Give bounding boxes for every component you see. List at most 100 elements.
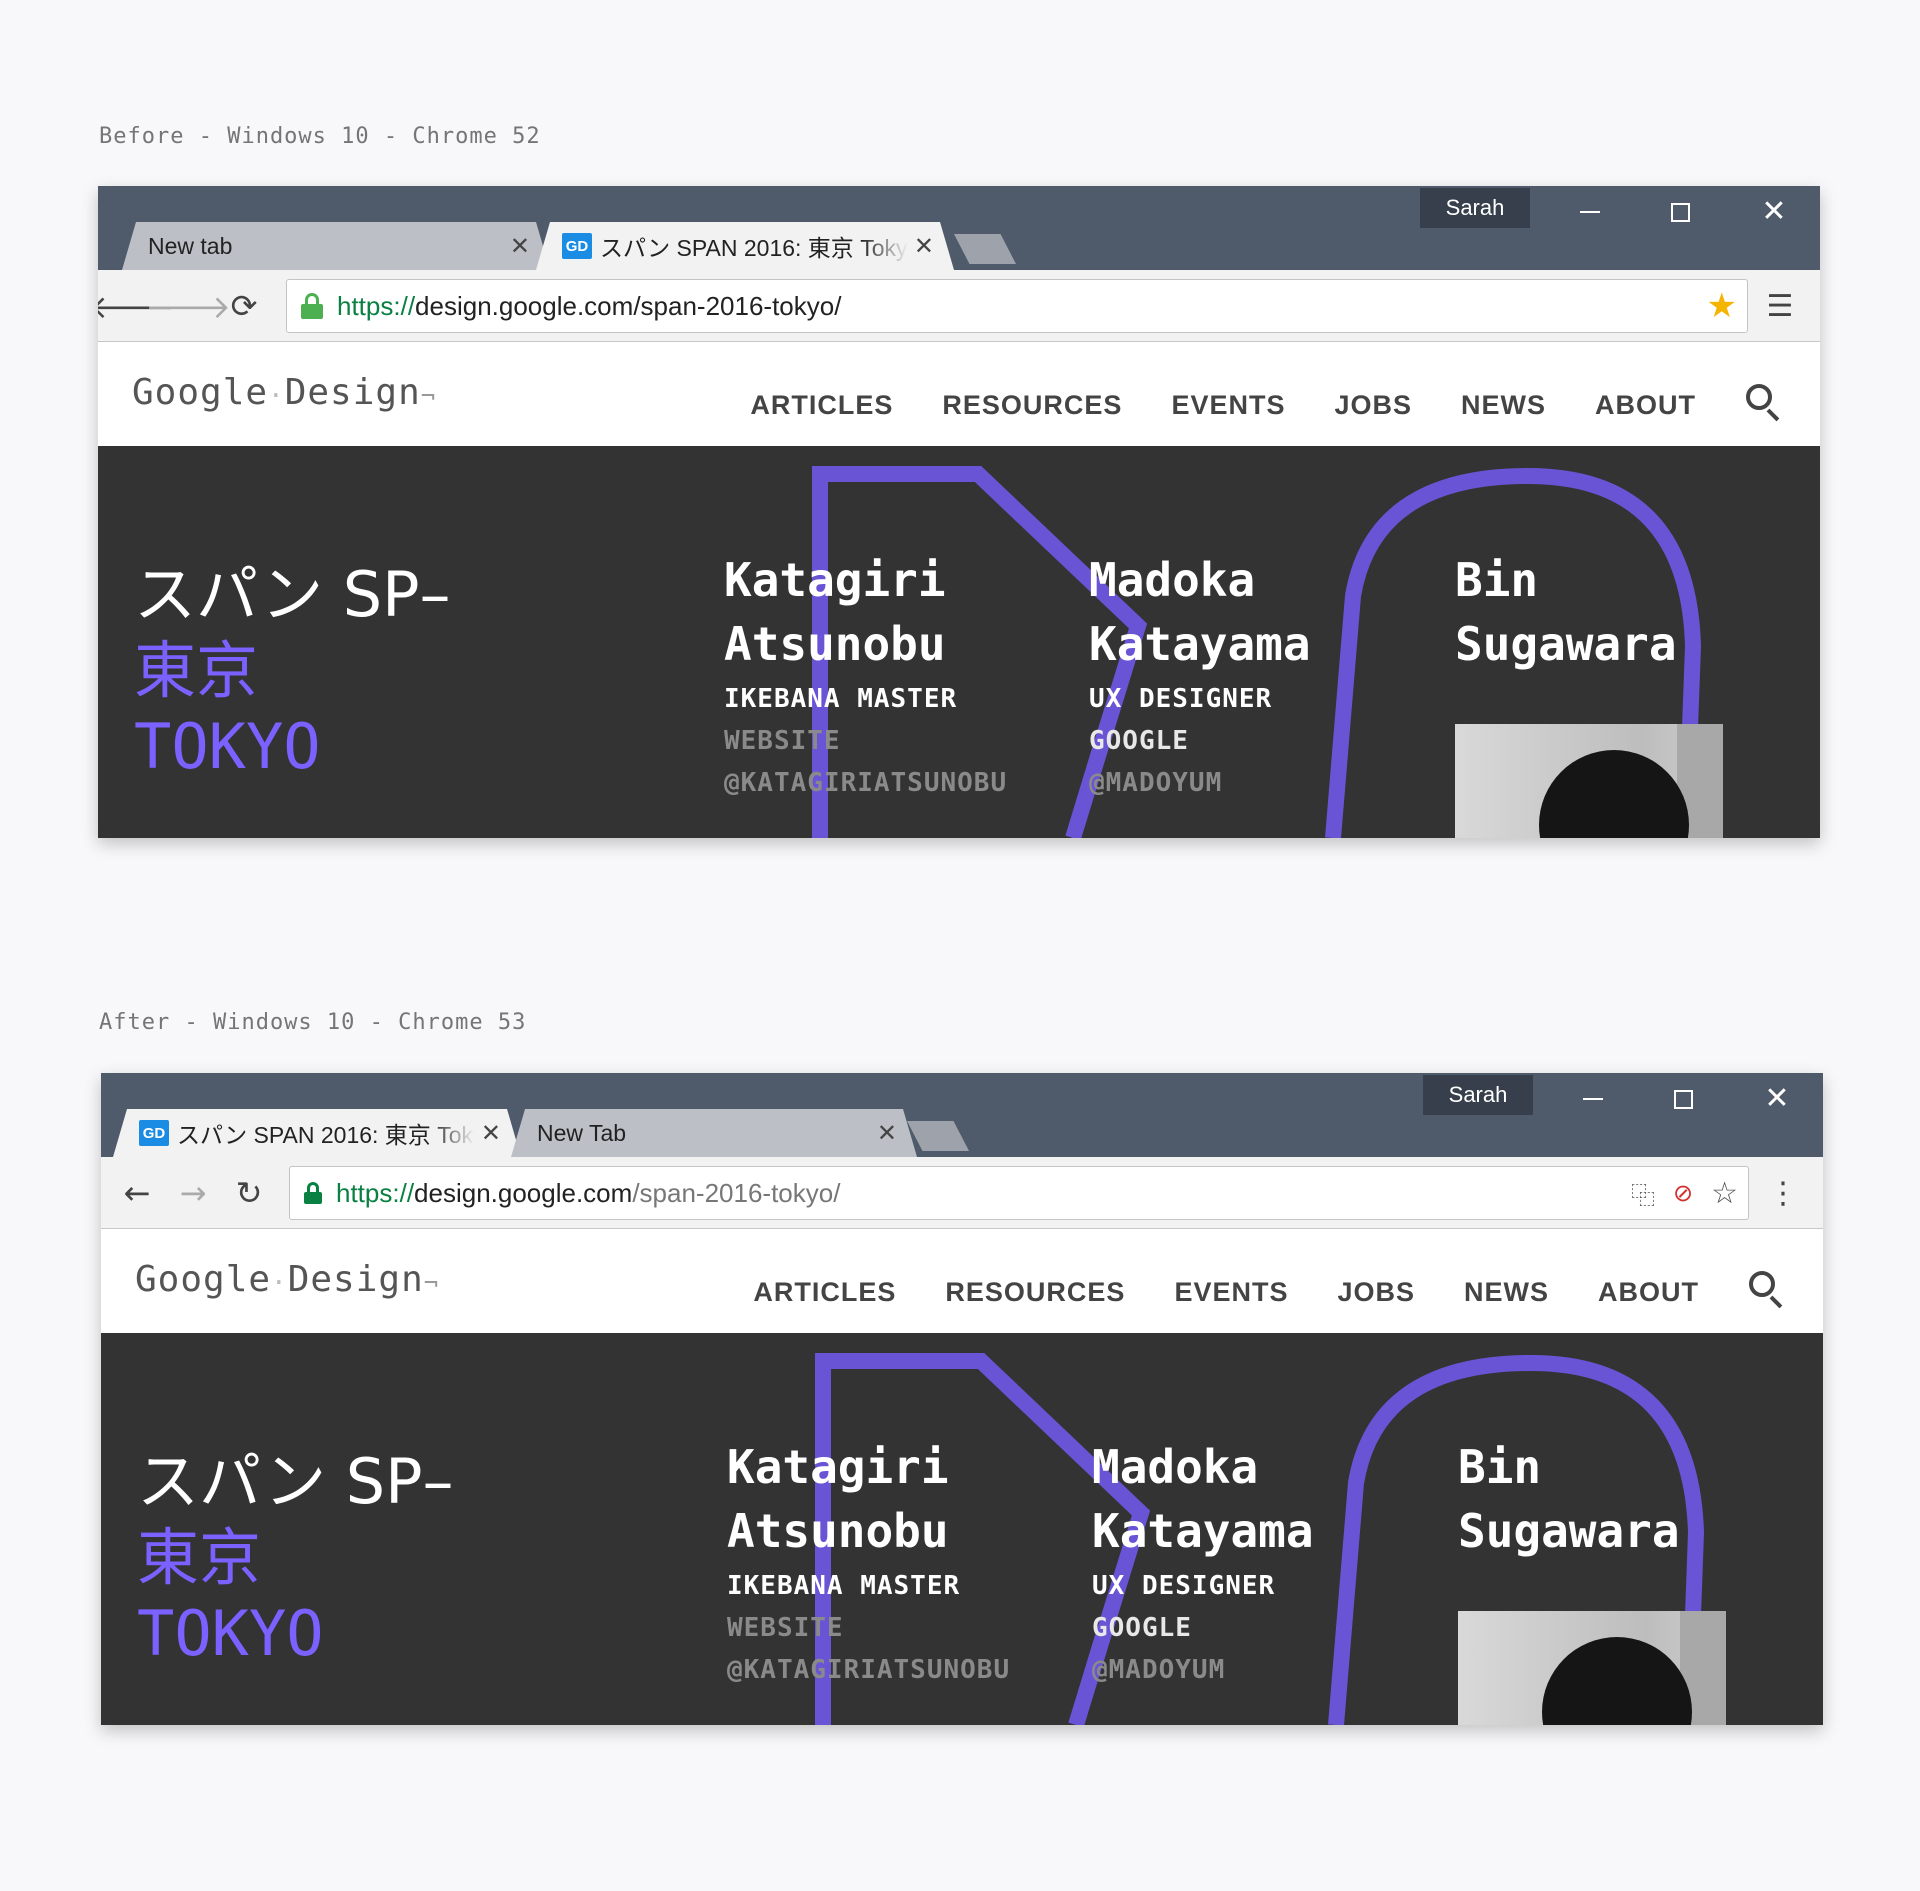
minimize-button[interactable]	[1560, 192, 1620, 232]
lock-icon	[304, 1182, 322, 1204]
nav-resources[interactable]: RESOURCES	[945, 1277, 1125, 1308]
tab-span-2016[interactable]: GD スパン SPAN 2016: 東京 Tokyo ✕	[113, 1109, 521, 1157]
reload-button[interactable]: ↻	[227, 1171, 271, 1215]
nav-news[interactable]: NEWS	[1464, 1277, 1549, 1308]
speaker-name: Katagiri	[724, 553, 946, 607]
nav-articles[interactable]: ARTICLES	[753, 1277, 896, 1308]
speaker-surname: Sugawara	[1455, 617, 1677, 671]
profile-button[interactable]: Sarah	[1423, 1075, 1533, 1115]
blocked-content-icon[interactable]: ⊘	[1673, 1179, 1693, 1207]
address-bar[interactable]: https://design.google.com/span-2016-toky…	[289, 1166, 1749, 1220]
search-icon[interactable]	[1744, 382, 1784, 422]
before-caption: Before - Windows 10 - Chrome 52	[99, 124, 541, 149]
tab-new[interactable]: New tab ✕	[122, 222, 550, 270]
maximize-button[interactable]	[1650, 192, 1710, 232]
site-header: Google·Design¬ ARTICLES RESOURCES EVENTS…	[98, 342, 1820, 446]
speaker-handle-link[interactable]: @MADOYUM	[1089, 768, 1311, 798]
browser-window-before: Sarah ✕ New tab ✕ GD スパン SPAN 2016: 東京 T…	[98, 186, 1820, 838]
speaker-card: Bin Sugawara	[1458, 1435, 1680, 1563]
url-host: design.google.com	[415, 290, 634, 321]
speaker-handle-link[interactable]: @KATAGIRIATSUNOBU	[727, 1655, 1010, 1685]
tab-new[interactable]: New Tab ✕	[511, 1109, 917, 1157]
tab-close-icon[interactable]: ✕	[914, 232, 934, 260]
menu-icon: ⋮	[1768, 1175, 1798, 1211]
speaker-company-link[interactable]: GOOGLE	[1092, 1613, 1314, 1643]
nav-about[interactable]: ABOUT	[1598, 1277, 1699, 1308]
speaker-surname: Katayama	[1092, 1504, 1314, 1558]
star-icon[interactable]: ★	[1707, 286, 1737, 326]
forward-button[interactable]: 🡒	[145, 284, 231, 328]
speaker-name: Madoka	[1092, 1440, 1259, 1494]
google-design-logo[interactable]: Google·Design¬	[135, 1259, 439, 1300]
hero-title-jp: スパン SP–	[134, 558, 451, 631]
back-button[interactable]: ←	[115, 1171, 159, 1215]
nav-articles[interactable]: ARTICLES	[750, 390, 893, 421]
menu-icon: ☰	[1766, 288, 1794, 324]
toolbar: ← → ↻ https://design.google.com/span-201…	[101, 1157, 1823, 1229]
maximize-icon	[1670, 202, 1690, 222]
speaker-photo	[1458, 1611, 1726, 1725]
lock-icon	[301, 293, 323, 319]
url-scheme: https://	[337, 290, 416, 321]
reload-icon: ⟳	[230, 287, 258, 325]
translate-icon[interactable]: ⿻	[1631, 1176, 1655, 1211]
hero-title: スパン SP– 東京 TOKYO	[137, 1451, 454, 1665]
speaker-handle-link[interactable]: @KATAGIRIATSUNOBU	[724, 768, 1007, 798]
tab-close-icon[interactable]: ✕	[481, 1119, 501, 1147]
speaker-handle-link[interactable]: @MADOYUM	[1092, 1655, 1314, 1685]
hero-title-tokyo-jp: 東京	[134, 634, 259, 707]
speaker-company-link[interactable]: GOOGLE	[1089, 726, 1311, 756]
maximize-icon	[1673, 1089, 1693, 1109]
speaker-role: IKEBANA MASTER	[727, 1571, 961, 1601]
reload-button[interactable]: ⟳	[222, 284, 266, 328]
tab-close-icon[interactable]: ✕	[510, 232, 530, 260]
nav-resources[interactable]: RESOURCES	[942, 390, 1122, 421]
speaker-card: Bin Sugawara	[1455, 548, 1677, 676]
speaker-website-link[interactable]: WEBSITE	[727, 1613, 1010, 1643]
tab-close-icon[interactable]: ✕	[877, 1119, 897, 1147]
url-scheme: https://	[336, 1177, 415, 1208]
toolbar: 🡐 🡒 ⟳ https://design.google.com/span-201…	[98, 270, 1820, 342]
speaker-name: Katagiri	[727, 1440, 949, 1494]
nav-about[interactable]: ABOUT	[1595, 390, 1696, 421]
tab-title: New Tab	[537, 1119, 627, 1146]
star-icon[interactable]: ☆	[1711, 1176, 1738, 1211]
speaker-card: Katagiri Atsunobu IKEBANA MASTER WEBSITE…	[724, 548, 1007, 798]
menu-button[interactable]: ☰	[1758, 284, 1802, 328]
minimize-button[interactable]	[1563, 1079, 1623, 1119]
speaker-surname: Katayama	[1089, 617, 1311, 671]
close-icon: ✕	[1761, 194, 1787, 229]
profile-button[interactable]: Sarah	[1420, 188, 1530, 228]
search-icon[interactable]	[1747, 1269, 1787, 1309]
address-bar[interactable]: https://design.google.com/span-2016-toky…	[286, 279, 1748, 333]
menu-button[interactable]: ⋮	[1761, 1171, 1805, 1215]
nav-events[interactable]: EVENTS	[1171, 390, 1285, 421]
speaker-surname: Atsunobu	[727, 1504, 949, 1558]
google-design-logo[interactable]: Google·Design¬	[132, 372, 436, 413]
nav-events[interactable]: EVENTS	[1174, 1277, 1288, 1308]
nav-news[interactable]: NEWS	[1461, 390, 1546, 421]
after-caption: After - Windows 10 - Chrome 53	[99, 1010, 527, 1035]
speaker-name: Madoka	[1089, 553, 1256, 607]
arrow-right-icon: 🡒	[145, 287, 231, 326]
hero-banner: スパン SP– 東京 TOKYO Katagiri Atsunobu IKEBA…	[101, 1333, 1823, 1725]
tab-span-2016[interactable]: GD スパン SPAN 2016: 東京 Tokyo ✕	[536, 222, 954, 270]
hero-title-tokyo: TOKYO	[137, 1597, 324, 1670]
hero-banner: スパン SP– 東京 TOKYO Katagiri Atsunobu IKEBA…	[98, 446, 1820, 838]
close-window-button[interactable]: ✕	[1744, 192, 1804, 232]
url-path: /span-2016-tokyo/	[632, 1177, 841, 1208]
site-nav: ARTICLES RESOURCES EVENTS JOBS NEWS ABOU…	[750, 390, 1696, 421]
tab-title: スパン SPAN 2016: 東京 Tokyo	[177, 1122, 475, 1148]
close-window-button[interactable]: ✕	[1747, 1079, 1807, 1119]
minimize-icon	[1580, 211, 1600, 213]
forward-button[interactable]: →	[171, 1171, 215, 1215]
maximize-button[interactable]	[1653, 1079, 1713, 1119]
browser-window-after: Sarah ✕ GD スパン SPAN 2016: 東京 Tokyo ✕ New…	[101, 1073, 1823, 1725]
speaker-role: UX DESIGNER	[1089, 684, 1273, 714]
new-tab-button[interactable]	[954, 234, 1016, 264]
tab-title: スパン SPAN 2016: 東京 Tokyo	[600, 235, 908, 261]
nav-jobs[interactable]: JOBS	[1334, 390, 1412, 421]
speaker-website-link[interactable]: WEBSITE	[724, 726, 1007, 756]
nav-jobs[interactable]: JOBS	[1337, 1277, 1415, 1308]
favicon-gd: GD	[139, 1120, 169, 1146]
